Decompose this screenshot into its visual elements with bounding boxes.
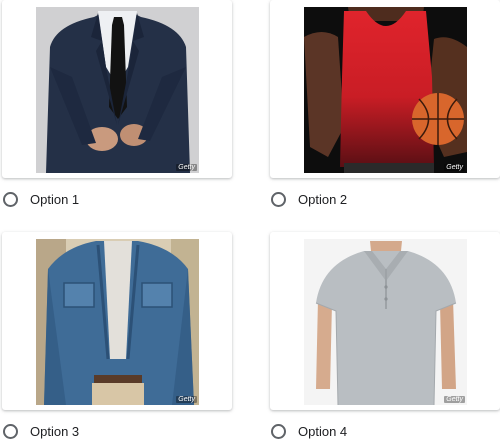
option-2-label: Option 2	[298, 191, 348, 207]
denim-jacket-photo: Getty	[36, 239, 199, 405]
watermark: Getty	[444, 396, 465, 403]
tank-top-photo: Getty	[304, 7, 467, 173]
radio-button-option-3[interactable]	[3, 423, 18, 439]
watermark: Getty	[176, 164, 197, 171]
option-card-2[interactable]: Getty	[270, 0, 500, 178]
option-1-radio-row[interactable]: Option 1	[3, 188, 79, 210]
radio-button-option-4[interactable]	[271, 423, 286, 439]
option-card-1[interactable]: Getty	[2, 0, 232, 178]
option-card-4[interactable]: Getty	[270, 232, 500, 410]
polo-shirt-photo: Getty	[304, 239, 467, 405]
option-2-radio-row[interactable]: Option 2	[271, 188, 347, 210]
watermark: Getty	[444, 164, 465, 171]
option-card-3[interactable]: Getty	[2, 232, 232, 410]
option-3-label: Option 3	[30, 423, 80, 439]
option-4-label: Option 4	[298, 423, 348, 439]
option-1-label: Option 1	[30, 191, 80, 207]
watermark: Getty	[176, 396, 197, 403]
radio-button-option-1[interactable]	[3, 191, 18, 207]
radio-button-option-2[interactable]	[271, 191, 286, 207]
suit-photo: Getty	[36, 7, 199, 173]
